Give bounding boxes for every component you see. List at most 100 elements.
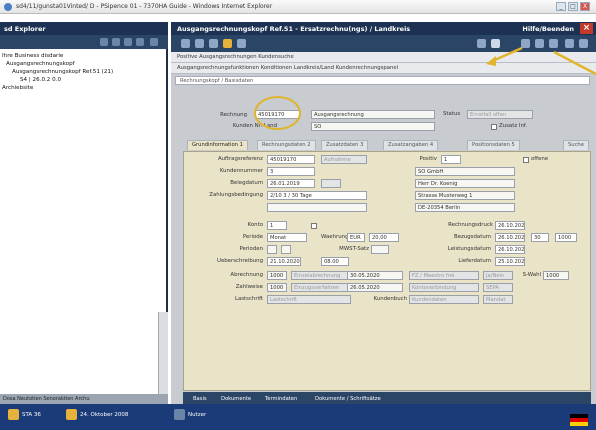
rech-field[interactable]: 26.10.2020 bbox=[495, 221, 525, 230]
maximize-button[interactable]: □ bbox=[568, 2, 578, 11]
close-icon[interactable]: × bbox=[580, 23, 593, 34]
toolbar-icon[interactable] bbox=[565, 39, 574, 48]
zahl3-field[interactable]: 26.05.2020 bbox=[347, 283, 403, 292]
start-label[interactable]: STA 36 bbox=[22, 412, 41, 418]
waehl-field[interactable]: 1000 bbox=[543, 271, 569, 280]
tab-grundinformation[interactable]: Grundinformation 1 bbox=[187, 140, 248, 150]
betrag-field[interactable]: 20,00 bbox=[369, 233, 399, 242]
calendar-icon[interactable] bbox=[66, 409, 77, 420]
toolbar-icon[interactable] bbox=[535, 39, 544, 48]
mwst-field[interactable] bbox=[371, 245, 389, 254]
abrech-label: Abrechnung bbox=[230, 272, 263, 278]
toolbar-icon[interactable] bbox=[136, 38, 144, 46]
abrech-field[interactable]: 1000 bbox=[267, 271, 287, 280]
function-strip[interactable]: Positive Ausgangsrechnungen Kundensuche bbox=[171, 52, 596, 63]
leistung-field[interactable]: 26.10.2020 bbox=[495, 245, 525, 254]
bez-field[interactable]: 26.10.2020 bbox=[495, 233, 525, 242]
konto-checkbox[interactable] bbox=[311, 223, 317, 229]
scrollbar[interactable] bbox=[158, 312, 168, 394]
bez3-field[interactable]: 1000 bbox=[555, 233, 577, 242]
function-strip-2[interactable]: Ausgangsrechnungsfunktionen Konditionen … bbox=[171, 63, 596, 74]
toolbar-icon[interactable] bbox=[100, 38, 108, 46]
abrech4-field: FZ / Maestro frei bbox=[409, 271, 479, 280]
zusatz-label: Zusatz Inf. bbox=[499, 123, 528, 129]
tab-termindaten[interactable]: Termindaten bbox=[261, 394, 301, 404]
toolbar-icon[interactable] bbox=[112, 38, 120, 46]
toolbar-icon[interactable] bbox=[549, 39, 558, 48]
main-toolbar bbox=[171, 35, 596, 52]
zahl-label: Zahlweise bbox=[235, 284, 263, 290]
main-window: Ausgangsrechnungskopf Ref.51 - Ersatzrec… bbox=[171, 22, 596, 404]
kunde-nr-field[interactable]: 3 bbox=[267, 167, 315, 176]
offene-label: offene bbox=[531, 156, 549, 162]
german-flag-icon bbox=[570, 414, 588, 426]
tab-zusatzangaben[interactable]: Zusatzangaben 4 bbox=[383, 140, 439, 150]
help-icon[interactable] bbox=[579, 39, 588, 48]
zahlung-field[interactable]: 2/10 3 / 30 Tage bbox=[267, 191, 367, 200]
perioden-label: Perioden bbox=[239, 246, 263, 252]
folder-icon[interactable] bbox=[223, 39, 232, 48]
tab-rechnungsdaten[interactable]: Rechnungsdaten 2 bbox=[257, 140, 316, 150]
explorer-bottom-tabs[interactable]: Dosa Neutotien Senoraktien Archu bbox=[0, 394, 168, 404]
tree-item[interactable]: S4 | 26.0.2 0.0 bbox=[2, 76, 166, 84]
positiv-field[interactable]: 1 bbox=[441, 155, 461, 164]
back-icon[interactable] bbox=[181, 39, 190, 48]
zahlung-label: Zahlungsbedingung bbox=[209, 192, 263, 198]
kunde-field[interactable]: SO bbox=[311, 122, 435, 131]
kunden-label: Kundenbuch bbox=[373, 296, 407, 302]
tree-item[interactable]: Ihre Business disdarie bbox=[2, 52, 166, 60]
perioden-field-2[interactable] bbox=[281, 245, 291, 254]
type-select[interactable]: Ausgangsrechnung bbox=[311, 110, 435, 119]
tree-item[interactable]: Archiebsite bbox=[2, 84, 166, 92]
waehrung-field[interactable]: EUR bbox=[347, 233, 365, 242]
edit-icon[interactable] bbox=[209, 39, 218, 48]
toolbar-icon[interactable] bbox=[521, 39, 530, 48]
tab-basis[interactable]: Basis bbox=[189, 394, 211, 404]
status-field[interactable]: Ernstfall offen bbox=[467, 110, 533, 119]
zahl-field[interactable]: 1000 bbox=[267, 283, 287, 292]
offene-checkbox[interactable] bbox=[523, 157, 529, 163]
datum-field[interactable]: 26.01.2019 bbox=[267, 179, 315, 188]
positiv-label: Positiv bbox=[419, 156, 437, 162]
liefer-field[interactable]: 25.10.2020 bbox=[495, 257, 525, 266]
tab-suche[interactable]: Suche bbox=[563, 140, 589, 150]
konto-field[interactable]: 1 bbox=[267, 221, 287, 230]
kunden2-field: Mandat bbox=[483, 295, 513, 304]
abrech5-field: Ja/Nein bbox=[483, 271, 513, 280]
ueber-field[interactable]: 21.10.2020 bbox=[267, 257, 301, 266]
rechnung-field[interactable]: 45019170 bbox=[255, 110, 300, 119]
user-icon[interactable] bbox=[174, 409, 185, 420]
tree-item[interactable]: Ausgangsrechnungskopf bbox=[2, 60, 166, 68]
kunde-nr-label: Kundennummer bbox=[219, 168, 263, 174]
help-link[interactable]: Hilfe/Beenden bbox=[522, 25, 574, 33]
perioden-field[interactable] bbox=[267, 245, 277, 254]
tab-schriftsaetze[interactable]: Dokumente / Schriftsätze bbox=[311, 394, 385, 404]
ueber2-field[interactable]: 08.00 bbox=[321, 257, 349, 266]
zahlung-extra[interactable] bbox=[267, 203, 367, 212]
minimize-button[interactable]: _ bbox=[556, 2, 566, 11]
bez2-field[interactable]: 30 bbox=[531, 233, 549, 242]
toolbar-icon[interactable] bbox=[150, 38, 158, 46]
mail-icon[interactable] bbox=[491, 39, 500, 48]
adresse-field[interactable]: Strasse Musterweg 1 bbox=[415, 191, 515, 200]
tab-dokumente[interactable]: Dokumente bbox=[217, 394, 255, 404]
start-icon[interactable] bbox=[8, 409, 19, 420]
waehrung-label: Waehrung bbox=[321, 234, 349, 240]
ort-field[interactable]: DE-20354 Berlin bbox=[415, 203, 515, 212]
abrech3-field[interactable]: 30.05.2020 bbox=[347, 271, 403, 280]
auftrag-field[interactable]: 45019170 bbox=[267, 155, 315, 164]
print-icon[interactable] bbox=[237, 39, 246, 48]
name-field[interactable]: SO GmbH bbox=[415, 167, 515, 176]
tree-item[interactable]: Ausgangsrechnungskopf Ref.51 (21) bbox=[2, 68, 166, 76]
name2-field[interactable]: Herr Dr. Koenig bbox=[415, 179, 515, 188]
tab-positionsdaten[interactable]: Positionsdaten 5 bbox=[467, 140, 520, 150]
toolbar-icon[interactable] bbox=[124, 38, 132, 46]
tab-zusatzdaten[interactable]: Zusatzdaten 3 bbox=[321, 140, 369, 150]
periode-field[interactable]: Monat bbox=[267, 233, 307, 242]
close-button[interactable]: X bbox=[580, 2, 590, 11]
save-icon[interactable] bbox=[195, 39, 204, 48]
screen-icon[interactable] bbox=[477, 39, 486, 48]
zusatz-checkbox[interactable] bbox=[491, 124, 497, 130]
rechnung-label: Rechnung bbox=[220, 112, 247, 118]
liefer-label: Lieferdatum bbox=[458, 258, 491, 264]
